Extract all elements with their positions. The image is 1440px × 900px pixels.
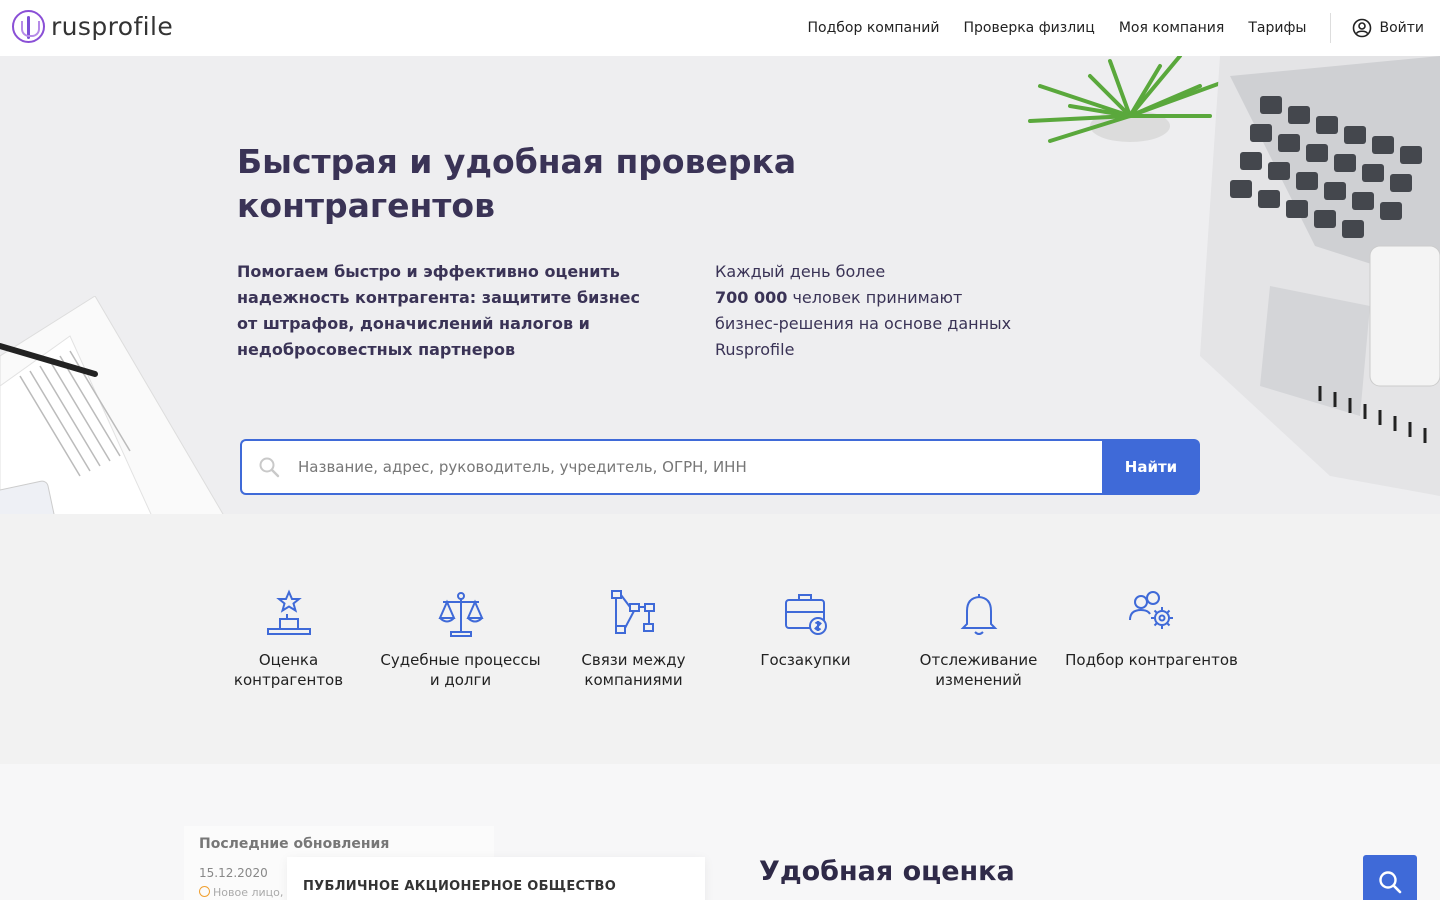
search-input[interactable] bbox=[298, 458, 1078, 476]
feature-company-links[interactable]: Связи между компаниями bbox=[547, 588, 720, 690]
feature-label: Госзакупки bbox=[760, 651, 851, 669]
feature-court-cases[interactable]: Судебные процессы и долги bbox=[374, 588, 547, 690]
updates-new-label: Новое лицо, bbox=[213, 886, 284, 899]
feature-counterparty-search[interactable]: Подбор контрагентов bbox=[1065, 588, 1238, 670]
main-nav: Подбор компаний Проверка физлиц Моя комп… bbox=[808, 0, 1440, 56]
floating-search-button[interactable] bbox=[1363, 855, 1417, 900]
scales-icon bbox=[437, 592, 484, 637]
user-circle-icon bbox=[1353, 18, 1372, 38]
search-box bbox=[240, 439, 1102, 495]
feature-label: Отслеживание изменений bbox=[919, 651, 1038, 689]
logo[interactable]: rusprofile bbox=[12, 10, 173, 43]
podium-star-icon bbox=[266, 589, 311, 635]
hero-title: Быстрая и удобная проверка контрагентов bbox=[237, 142, 797, 225]
warning-icon bbox=[199, 886, 210, 897]
feature-label: Оценка контрагентов bbox=[233, 651, 344, 689]
people-gear-icon bbox=[1128, 591, 1173, 629]
logo-text: rusprofile bbox=[51, 12, 174, 41]
feature-counterparty-rating[interactable]: Оценка контрагентов bbox=[202, 588, 375, 690]
section-title: Удобная оценка bbox=[759, 856, 1015, 887]
nav-company-search[interactable]: Подбор компаний bbox=[808, 20, 940, 36]
feature-change-tracking[interactable]: Отслеживание изменений bbox=[892, 588, 1065, 690]
search-icon bbox=[259, 457, 280, 478]
feature-label: Судебные процессы и долги bbox=[380, 651, 541, 689]
hero-stats: Каждый день более 700 000 человек приним… bbox=[715, 259, 1015, 363]
feature-label: Подбор контрагентов bbox=[1065, 651, 1238, 669]
search-icon bbox=[1379, 871, 1402, 894]
hero-stats-lead: Каждый день более bbox=[715, 262, 886, 281]
logo-mark-icon bbox=[12, 10, 45, 43]
bell-icon bbox=[960, 594, 997, 635]
features-section: Оценка контрагентов Судебные процессы и … bbox=[0, 514, 1440, 764]
papers-decoration bbox=[0, 296, 224, 514]
company-card-title: ПУБЛИЧНОЕ АКЦИОНЕРНОЕ ОБЩЕСТВО bbox=[303, 879, 617, 894]
feature-procurement[interactable]: Госзакупки bbox=[719, 588, 892, 670]
updates-title: Последние обновления bbox=[199, 836, 390, 852]
hero-section: Быстрая и удобная проверка контрагентов … bbox=[0, 56, 1440, 514]
company-card[interactable]: ПУБЛИЧНОЕ АКЦИОНЕРНОЕ ОБЩЕСТВО bbox=[287, 857, 705, 900]
hero-description: Помогаем быстро и эффективно оценить над… bbox=[237, 262, 641, 359]
search-bar: Найти bbox=[240, 439, 1200, 495]
bottom-section: Последние обновления 15.12.2020 Новое ли… bbox=[0, 764, 1440, 900]
search-button[interactable]: Найти bbox=[1102, 439, 1200, 495]
hero-stats-number: 700 000 bbox=[715, 288, 788, 307]
network-icon bbox=[610, 590, 655, 634]
briefcase-dollar-icon bbox=[784, 594, 827, 635]
feature-label: Связи между компаниями bbox=[581, 651, 686, 689]
nav-my-company[interactable]: Моя компания bbox=[1119, 20, 1225, 36]
nav-person-check[interactable]: Проверка физлиц bbox=[964, 20, 1095, 36]
login-label: Войти bbox=[1379, 20, 1424, 36]
nav-tariffs[interactable]: Тарифы bbox=[1248, 20, 1306, 36]
nav-divider bbox=[1330, 13, 1332, 43]
login-button[interactable]: Войти bbox=[1352, 18, 1424, 38]
top-header: rusprofile Подбор компаний Проверка физл… bbox=[0, 0, 1440, 56]
